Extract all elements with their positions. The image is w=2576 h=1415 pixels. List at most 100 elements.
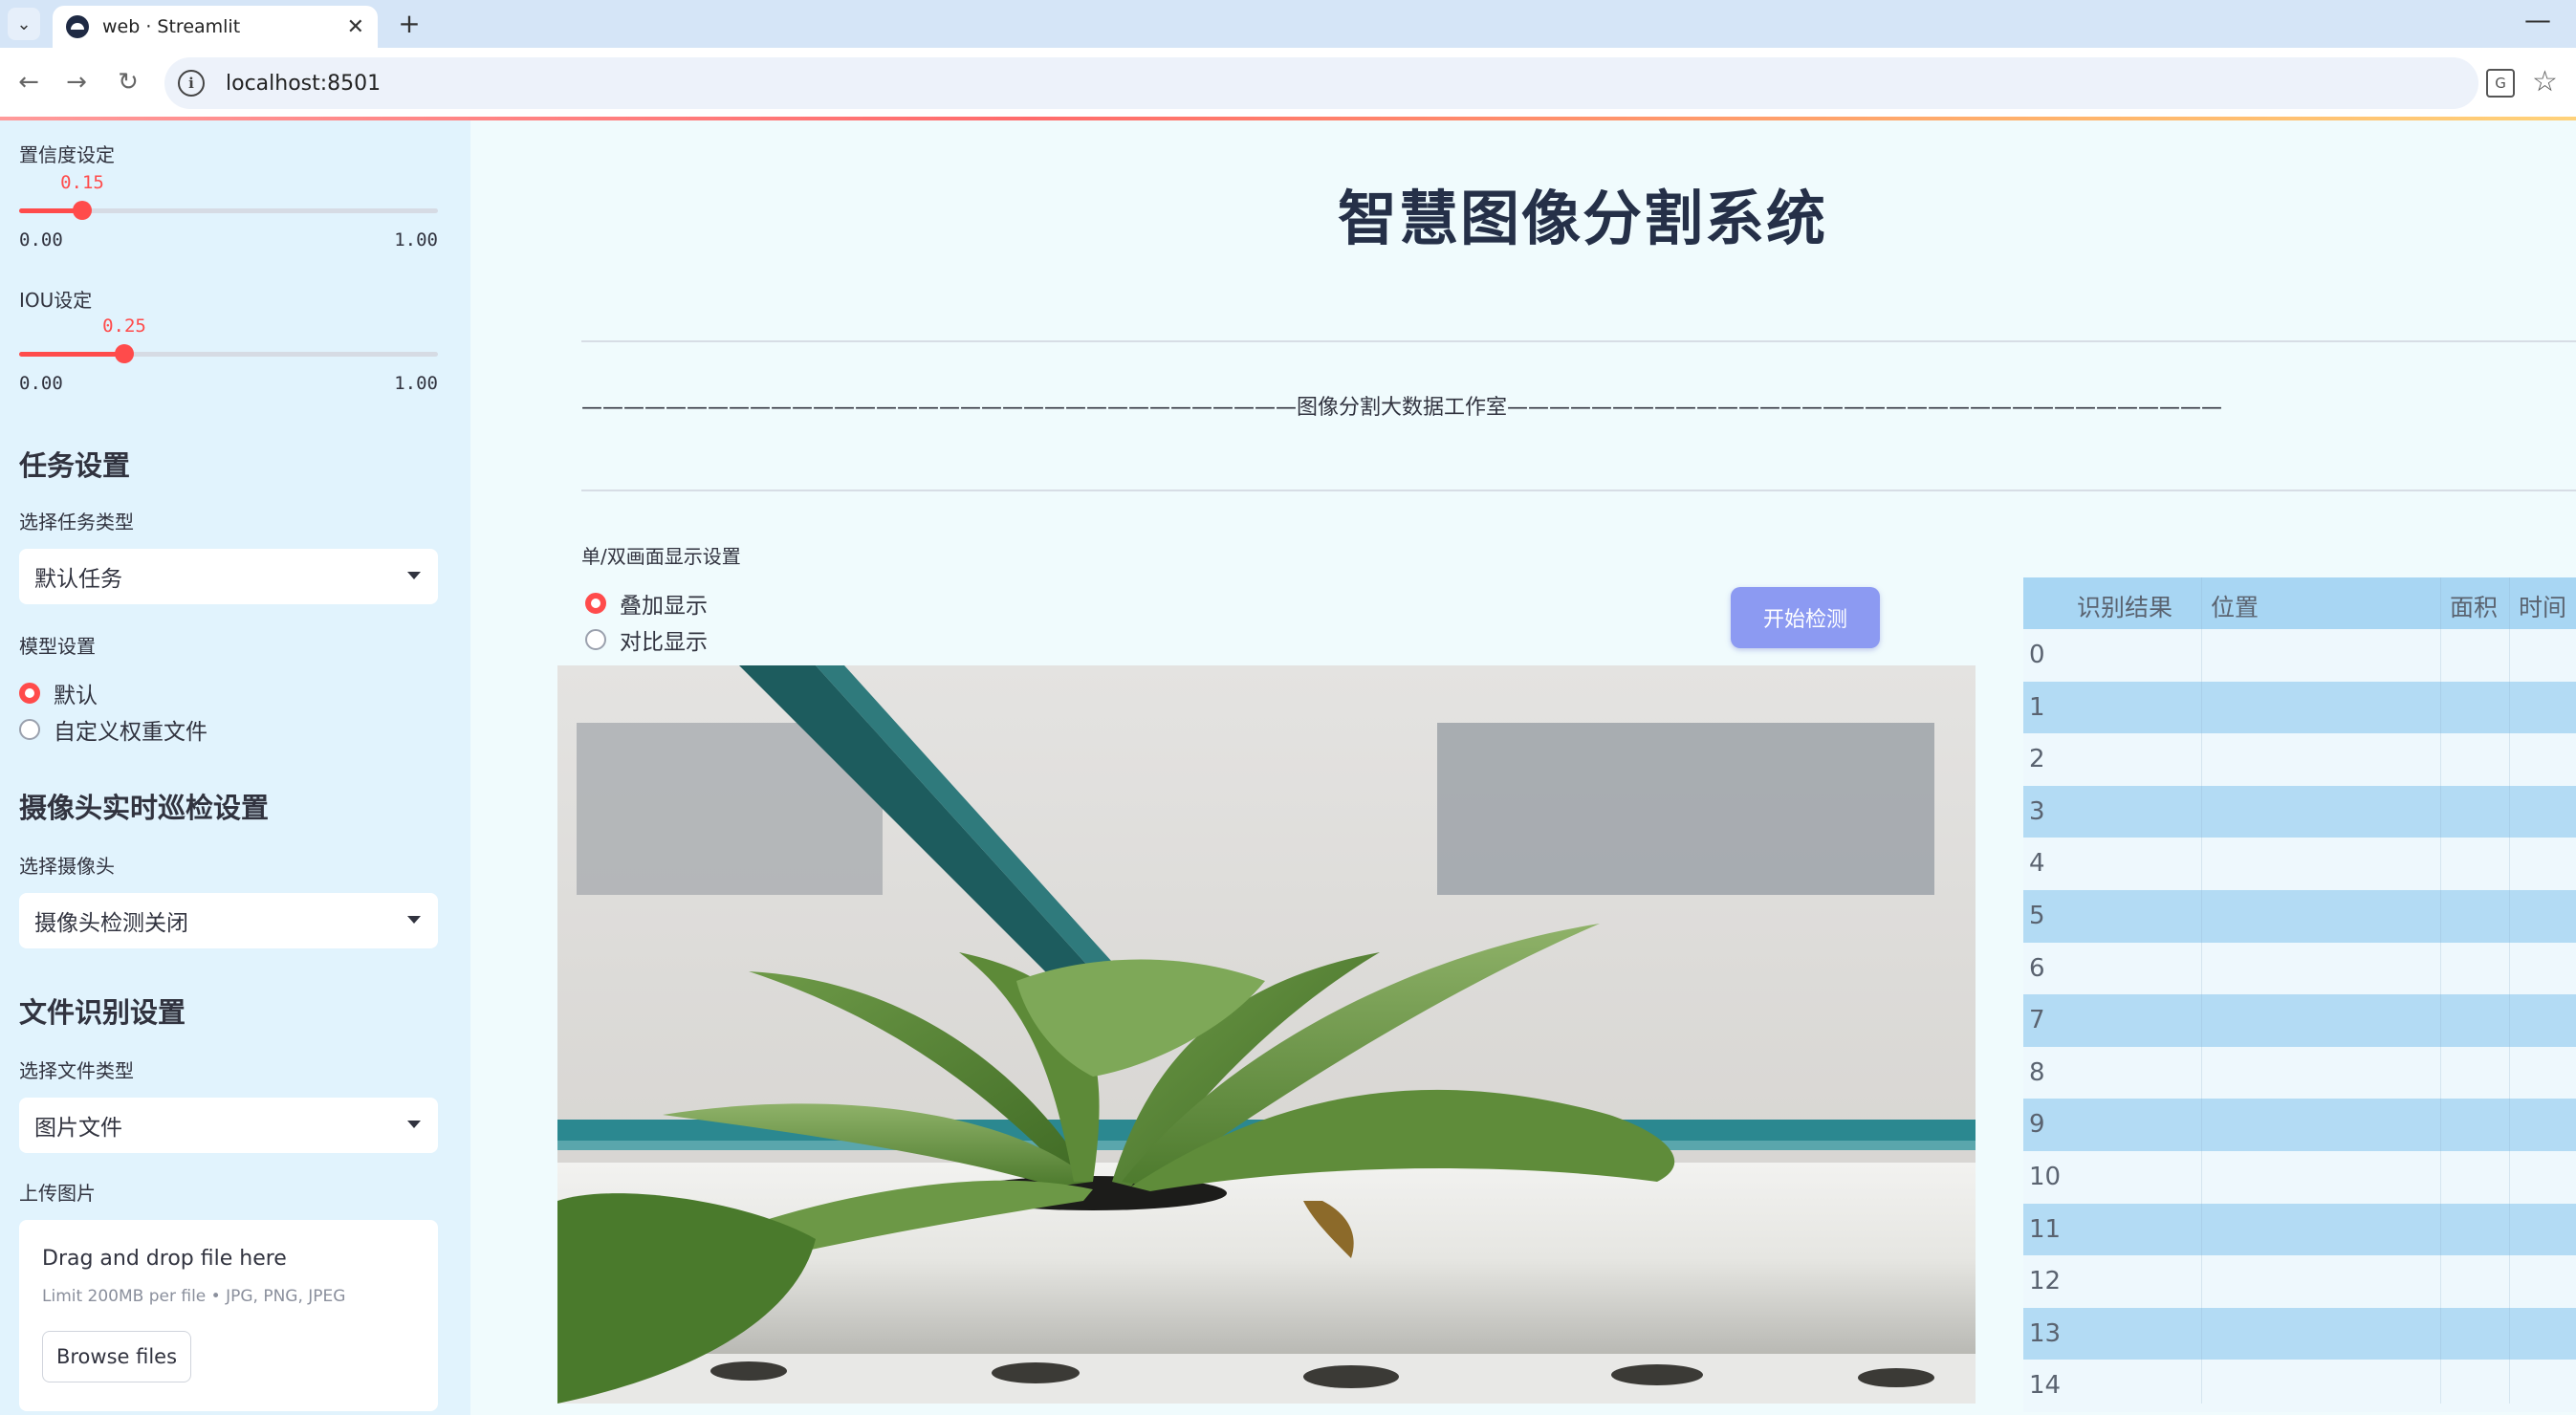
display-mode-label: 单/双画面显示设置: [581, 545, 741, 568]
table-header: 识别结果 位置 面积 时间: [2023, 577, 2576, 629]
column-header[interactable]: 面积: [2450, 589, 2498, 623]
task-heading: 任务设置: [19, 449, 131, 482]
select-value: 默认任务: [34, 567, 122, 592]
table-row[interactable]: 2: [2023, 733, 2576, 786]
table-row[interactable]: 4: [2023, 838, 2576, 890]
slider-value: 0.15: [60, 172, 104, 193]
table-row[interactable]: 10: [2023, 1151, 2576, 1204]
row-index: 12: [2029, 1267, 2062, 1296]
star-icon[interactable]: ☆: [2532, 65, 2558, 98]
chevron-down-icon: [407, 916, 421, 924]
task-type-label: 选择任务类型: [19, 511, 134, 533]
column-header[interactable]: 时间: [2519, 589, 2566, 623]
table-row[interactable]: 8: [2023, 1046, 2576, 1099]
radio-model-default[interactable]: 默认: [19, 677, 98, 709]
tab-search-button[interactable]: ⌄: [8, 8, 40, 40]
column-divider: [2440, 577, 2441, 1404]
chevron-down-icon: ⌄: [16, 13, 32, 34]
row-index: 2: [2029, 745, 2045, 774]
upload-label: 上传图片: [19, 1182, 96, 1205]
slider-value: 0.25: [102, 316, 146, 337]
forward-button[interactable]: →: [57, 63, 96, 101]
new-tab-button[interactable]: +: [392, 6, 426, 40]
studio-banner: ——————————————————————————————————图像分割大数…: [581, 396, 2223, 420]
file-type-label: 选择文件类型: [19, 1059, 134, 1082]
plus-icon: +: [398, 7, 421, 39]
arrow-right-icon: →: [66, 68, 87, 97]
dropzone-limit: Limit 200MB per file • JPG, PNG, JPEG: [42, 1287, 346, 1306]
detection-image: [557, 665, 1976, 1404]
arrow-left-icon: ←: [18, 68, 39, 97]
slider-max: 1.00: [394, 373, 438, 394]
radio-checked-icon: [19, 683, 40, 704]
column-header[interactable]: 识别结果: [2077, 589, 2172, 623]
table-row[interactable]: 12: [2023, 1255, 2576, 1308]
radio-unchecked-icon: [19, 719, 40, 740]
file-type-select[interactable]: 图片文件: [19, 1098, 438, 1153]
radio-unchecked-icon: [585, 629, 606, 650]
chevron-down-icon: [407, 1121, 421, 1128]
column-divider: [2201, 577, 2202, 1404]
slider-thumb[interactable]: [115, 344, 134, 363]
browser-toolbar: ← → ↻ i localhost:8501 G ☆: [0, 48, 2576, 119]
table-row[interactable]: 9: [2023, 1099, 2576, 1151]
back-button[interactable]: ←: [10, 63, 48, 101]
table-row[interactable]: 11: [2023, 1203, 2576, 1256]
row-index: 8: [2029, 1057, 2045, 1087]
radio-checked-icon: [585, 593, 606, 614]
streamlit-favicon-icon: [66, 15, 89, 38]
task-type-select[interactable]: 默认任务: [19, 549, 438, 604]
row-index: 3: [2029, 796, 2045, 826]
radio-compare-display[interactable]: 对比显示: [585, 623, 708, 656]
reload-icon: ↻: [118, 68, 139, 97]
radio-model-custom[interactable]: 自定义权重文件: [19, 713, 207, 746]
row-index: 4: [2029, 849, 2045, 879]
row-index: 1: [2029, 692, 2045, 722]
row-index: 5: [2029, 902, 2045, 930]
slider-min: 0.00: [19, 229, 63, 250]
table-row[interactable]: 13: [2023, 1307, 2576, 1361]
confidence-label: 置信度设定: [19, 143, 115, 166]
slider-min: 0.00: [19, 373, 63, 394]
divider: [581, 490, 2576, 491]
reload-button[interactable]: ↻: [109, 63, 147, 101]
table-row[interactable]: 7: [2023, 994, 2576, 1047]
slider-thumb[interactable]: [73, 201, 92, 220]
row-index: 14: [2029, 1371, 2062, 1401]
column-divider: [2509, 577, 2510, 1404]
table-row[interactable]: 14: [2023, 1360, 2576, 1412]
row-index: 7: [2029, 1006, 2045, 1035]
camera-label: 选择摄像头: [19, 855, 115, 878]
column-header[interactable]: 位置: [2211, 589, 2259, 623]
browser-tab-bar: ⌄ web · Streamlit ✕ + —: [0, 0, 2576, 48]
minimize-button[interactable]: —: [2524, 4, 2551, 35]
row-index: 13: [2029, 1318, 2062, 1348]
slider-max: 1.00: [394, 229, 438, 250]
file-dropzone[interactable]: Drag and drop file here Limit 200MB per …: [19, 1220, 438, 1411]
row-index: 6: [2029, 953, 2045, 983]
row-index: 10: [2029, 1163, 2062, 1191]
camera-heading: 摄像头实时巡检设置: [19, 792, 270, 824]
select-value: 摄像头检测关闭: [34, 911, 188, 936]
url-text: localhost:8501: [226, 71, 382, 96]
close-icon[interactable]: ✕: [347, 15, 364, 39]
address-bar[interactable]: i localhost:8501: [164, 57, 2478, 109]
camera-select[interactable]: 摄像头检测关闭: [19, 893, 438, 948]
browse-files-button[interactable]: Browse files: [42, 1331, 191, 1382]
translate-icon[interactable]: G: [2486, 69, 2515, 98]
chevron-down-icon: [407, 572, 421, 579]
tab-title: web · Streamlit: [102, 16, 241, 37]
table-row[interactable]: 3: [2023, 785, 2576, 838]
radio-overlay-display[interactable]: 叠加显示: [585, 587, 708, 620]
table-row[interactable]: 5: [2023, 890, 2576, 943]
row-index: 0: [2029, 641, 2045, 669]
table-row[interactable]: 0: [2023, 629, 2576, 682]
table-row[interactable]: 1: [2023, 681, 2576, 734]
info-icon[interactable]: i: [178, 70, 205, 97]
start-detection-button[interactable]: 开始检测: [1731, 587, 1880, 648]
row-index: 11: [2029, 1214, 2062, 1244]
table-row[interactable]: 6: [2023, 942, 2576, 995]
select-value: 图片文件: [34, 1116, 122, 1141]
browser-tab[interactable]: web · Streamlit ✕: [53, 6, 378, 48]
model-label: 模型设置: [19, 635, 96, 658]
